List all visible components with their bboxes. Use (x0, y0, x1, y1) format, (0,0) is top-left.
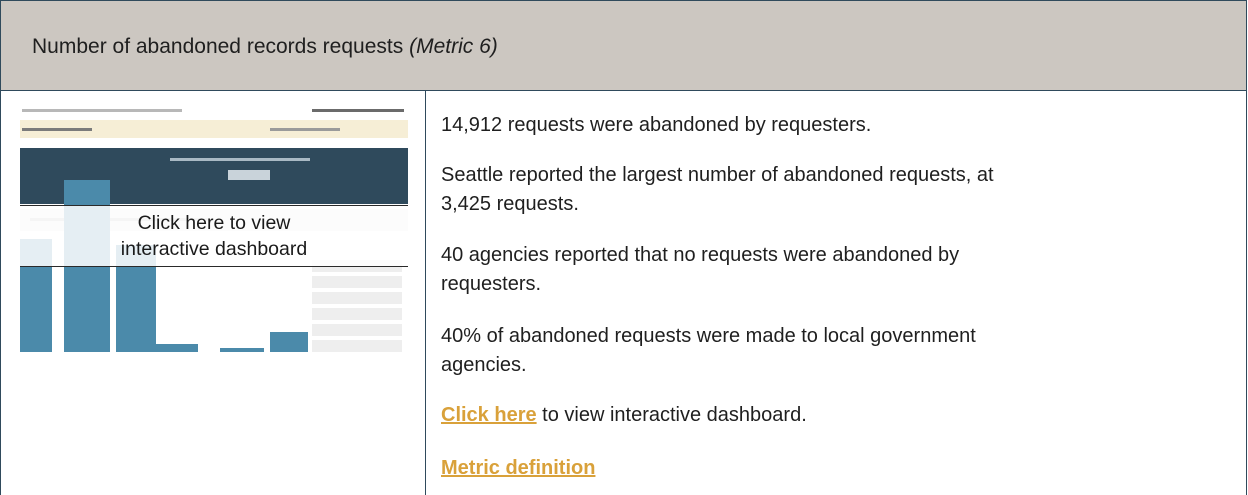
dashboard-link-rest: to view interactive dashboard. (536, 404, 807, 426)
column-divider (425, 91, 426, 495)
metric-title: Number of abandoned records requests (Me… (32, 35, 498, 59)
metric-table: Number of abandoned records requests (Me… (0, 0, 1247, 495)
finding-3-line-2: requesters. (441, 273, 542, 295)
table-header: Number of abandoned records requests (Me… (0, 0, 1247, 91)
finding-3-line-1: 40 agencies reported that no requests we… (441, 244, 960, 266)
thumbnail-bar (154, 344, 198, 352)
metric-title-text: Number of abandoned records requests (32, 35, 404, 58)
metric-tag: (Metric 6) (409, 35, 498, 58)
finding-2-line-1: Seattle reported the largest number of a… (441, 164, 994, 186)
finding-4-line-1: 40% of abandoned requests were made to l… (441, 325, 976, 347)
dashboard-link-line: Click here to view interactive dashboard… (441, 400, 1231, 430)
metric-definition-line: Metric definition (441, 453, 1231, 483)
finding-4-line-2: agencies. (441, 354, 527, 376)
thumbnail-bar (220, 348, 264, 352)
finding-2-line-2: 3,425 requests. (441, 193, 579, 215)
thumbnail-bar (270, 332, 308, 352)
overlay-line-2: interactive dashboard (120, 238, 308, 260)
metric-definition-link[interactable]: Metric definition (441, 457, 595, 479)
finding-1: 14,912 requests were abandoned by reques… (441, 114, 872, 136)
thumbnail-filter-band (20, 120, 408, 138)
overlay-line-1: Click here to view (137, 212, 291, 234)
dashboard-overlay-link[interactable]: Click here to view interactive dashboard (20, 205, 408, 267)
click-here-link[interactable]: Click here (441, 404, 537, 426)
